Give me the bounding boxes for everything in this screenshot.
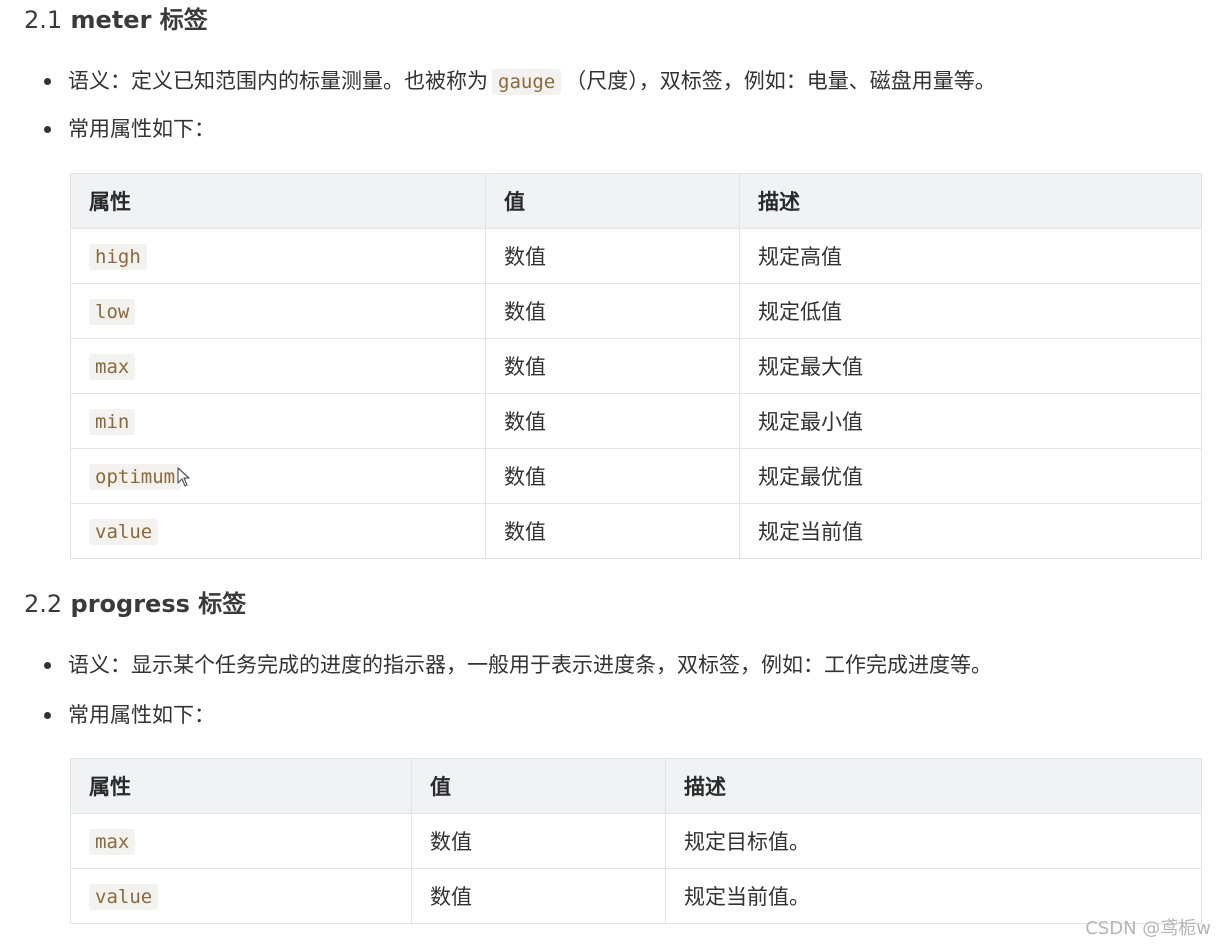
value-cell: 数值	[411, 813, 666, 869]
section-heading-meter: 2.1 meter 标签	[24, 2, 208, 38]
table-row: high 数值 规定高值	[70, 228, 1202, 284]
bullet-text: 语义：显示某个任务完成的进度的指示器，一般用于表示进度条，双标签，例如：工作完成…	[68, 653, 992, 677]
watermark: CSDN @鸢栀w	[1085, 918, 1211, 939]
attribute-code: optimum	[89, 464, 182, 490]
description-cell: 规定最小值	[739, 393, 1202, 449]
description-cell: 规定当前值	[739, 503, 1202, 559]
mouse-pointer-icon	[177, 467, 190, 487]
column-header: 值	[485, 173, 740, 229]
description-cell: 规定高值	[739, 228, 1202, 284]
table-row: low 数值 规定低值	[70, 283, 1202, 339]
attribute-code: value	[89, 884, 159, 910]
meter-attributes-table: 属性 值 描述 high 数值 规定高值 low 数值 规定低值 max 数值 …	[70, 173, 1202, 559]
value-cell: 数值	[485, 393, 740, 449]
attribute-cell: min	[70, 393, 486, 449]
description-cell: 规定目标值。	[665, 813, 1202, 869]
list-item: 常用属性如下：	[24, 700, 1204, 730]
list-item: 常用属性如下：	[24, 114, 1204, 144]
value-cell: 数值	[485, 228, 740, 284]
value-cell: 数值	[485, 338, 740, 394]
table-header-row: 属性 值 描述	[70, 758, 1202, 814]
column-header: 属性	[70, 173, 486, 229]
table-row: max 数值 规定目标值。	[70, 813, 1202, 869]
bullet-text: （尺度），双标签，例如：电量、磁盘用量等。	[565, 69, 996, 93]
attribute-code: low	[89, 299, 136, 325]
column-header: 属性	[70, 758, 412, 814]
attribute-cell: max	[70, 813, 412, 869]
attribute-code: value	[89, 519, 159, 545]
attribute-cell: value	[70, 503, 486, 559]
bullet-text: 语义：定义已知范围内的标量测量。也被称为	[68, 69, 488, 93]
description-cell: 规定最大值	[739, 338, 1202, 394]
section-title: meter 标签	[70, 6, 208, 34]
attribute-code: min	[89, 409, 136, 435]
description-cell: 规定低值	[739, 283, 1202, 339]
column-header: 值	[411, 758, 666, 814]
meter-bullet-list: 语义：定义已知范围内的标量测量。也被称为 gauge （尺度），双标签，例如：电量、…	[24, 66, 1204, 144]
table-row: value 数值 规定当前值。	[70, 868, 1202, 924]
attribute-code: high	[89, 244, 147, 270]
attribute-cell: max	[70, 338, 486, 394]
table-row: optimum 数值 规定最优值	[70, 448, 1202, 504]
table-header-row: 属性 值 描述	[70, 173, 1202, 229]
column-header: 描述	[665, 758, 1202, 814]
attribute-cell: low	[70, 283, 486, 339]
table-row: max 数值 规定最大值	[70, 338, 1202, 394]
attribute-cell: high	[70, 228, 486, 284]
value-cell: 数值	[485, 503, 740, 559]
bullet-text: 常用属性如下：	[68, 703, 215, 727]
progress-attributes-table: 属性 值 描述 max 数值 规定目标值。 value 数值 规定当前值。	[70, 758, 1202, 924]
attribute-cell: value	[70, 868, 412, 924]
value-cell: 数值	[411, 868, 666, 924]
bullet-text: 常用属性如下：	[68, 117, 215, 141]
table-row: min 数值 规定最小值	[70, 393, 1202, 449]
section-heading-progress: 2.2 progress 标签	[24, 586, 246, 622]
attribute-code: max	[89, 829, 136, 855]
description-cell: 规定最优值	[739, 448, 1202, 504]
column-header: 描述	[739, 173, 1202, 229]
section-number: 2.1	[24, 6, 63, 34]
value-cell: 数值	[485, 283, 740, 339]
progress-bullet-list: 语义：显示某个任务完成的进度的指示器，一般用于表示进度条，双标签，例如：工作完成…	[24, 650, 1204, 730]
list-item: 语义：定义已知范围内的标量测量。也被称为 gauge （尺度），双标签，例如：电量、…	[24, 66, 1204, 114]
section-number: 2.2	[24, 590, 63, 618]
list-item: 语义：显示某个任务完成的进度的指示器，一般用于表示进度条，双标签，例如：工作完成…	[24, 650, 1204, 700]
value-cell: 数值	[485, 448, 740, 504]
attribute-code: max	[89, 354, 136, 380]
table-row: value 数值 规定当前值	[70, 503, 1202, 559]
section-title: progress 标签	[70, 590, 247, 618]
attribute-cell: optimum	[70, 448, 486, 504]
inline-code: gauge	[492, 69, 562, 95]
